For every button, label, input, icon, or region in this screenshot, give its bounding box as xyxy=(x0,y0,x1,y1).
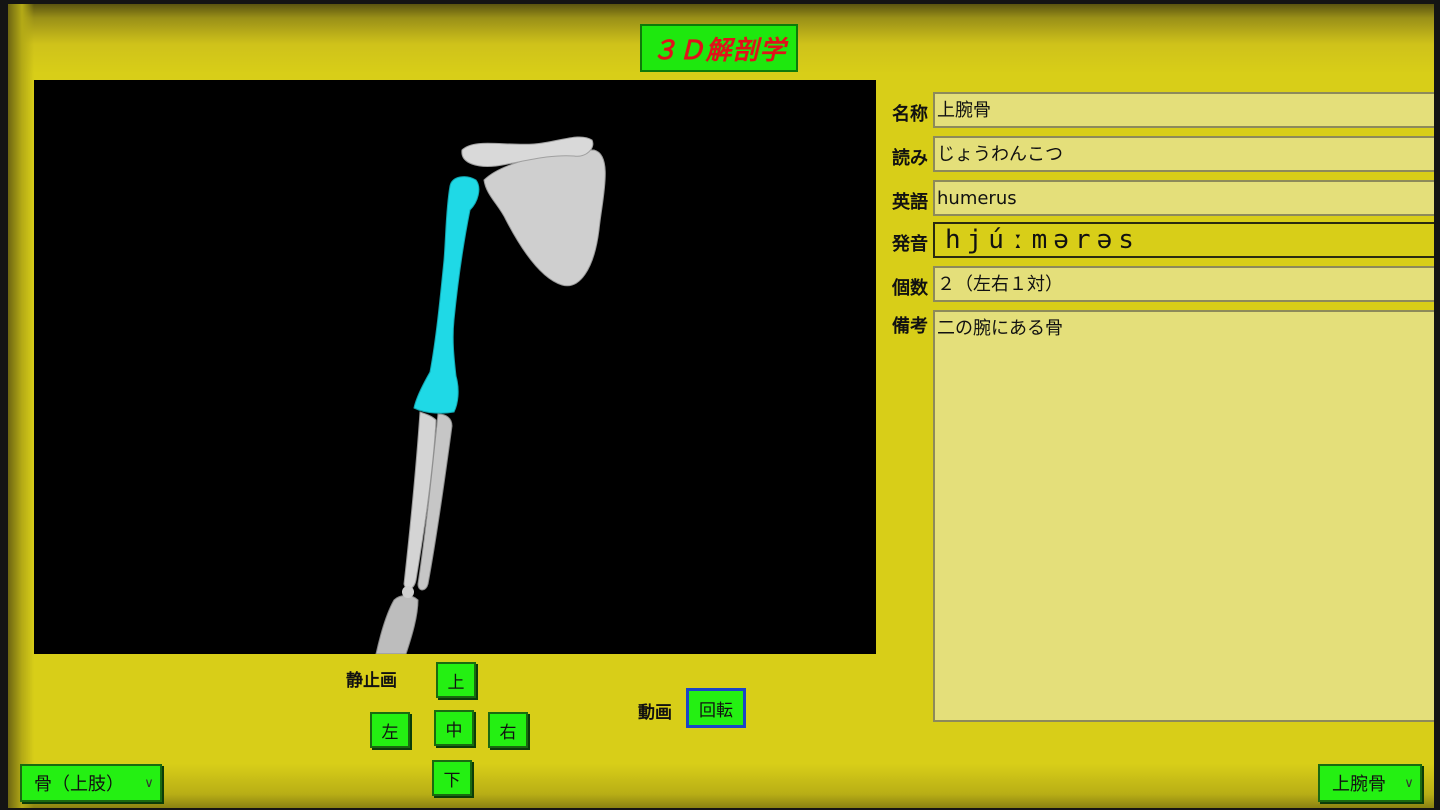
view-right-button[interactable]: 右 xyxy=(488,712,528,748)
name-field[interactable]: 上腕骨 xyxy=(933,92,1434,128)
app-title: ３Ｄ解剖学 xyxy=(651,35,787,66)
pronunciation-label: 発音 xyxy=(892,234,928,255)
note-label: 備考 xyxy=(892,316,928,337)
english-label: 英語 xyxy=(892,192,928,213)
view-down-button[interactable]: 下 xyxy=(432,760,472,796)
still-image-label: 静止画 xyxy=(346,671,397,691)
count-field[interactable]: ２（左右１対） xyxy=(933,266,1434,302)
wrist-bone-shape xyxy=(402,586,414,598)
motion-label: 動画 xyxy=(638,703,672,723)
chevron-down-icon: ∨ xyxy=(144,775,154,791)
hand-shape xyxy=(375,595,419,654)
humerus-shape xyxy=(413,176,480,414)
rotate-button[interactable]: 回転 xyxy=(686,688,746,728)
item-select-value: 上腕骨 xyxy=(1332,774,1386,795)
bone-render xyxy=(375,136,606,654)
view-center-button[interactable]: 中 xyxy=(434,710,474,746)
frame-shade xyxy=(8,4,34,808)
app-title-box: ３Ｄ解剖学 xyxy=(640,24,798,72)
category-select-value: 骨（上肢） xyxy=(34,774,124,795)
reading-label: 読み xyxy=(892,148,928,169)
app-window: ３Ｄ解剖学 静止画 上 左 中 右 下 動画 回転 名称 上腕骨 読み じょうわ… xyxy=(8,4,1434,808)
english-field[interactable]: humerus xyxy=(933,180,1434,216)
view-left-button[interactable]: 左 xyxy=(370,712,410,748)
reading-field[interactable]: じょうわんこつ xyxy=(933,136,1434,172)
chevron-down-icon: ∨ xyxy=(1404,775,1414,791)
view-up-button[interactable]: 上 xyxy=(436,662,476,698)
count-label: 個数 xyxy=(892,278,928,299)
note-textarea[interactable]: 二の腕にある骨 xyxy=(933,310,1434,722)
pronunciation-field[interactable]: hjúːmərəs xyxy=(933,222,1434,258)
3d-viewer[interactable] xyxy=(34,80,876,654)
name-label: 名称 xyxy=(892,104,928,125)
category-select[interactable]: 骨（上肢） ∨ xyxy=(20,764,162,802)
scapula-shape xyxy=(483,149,606,287)
item-select[interactable]: 上腕骨 ∨ xyxy=(1318,764,1422,802)
